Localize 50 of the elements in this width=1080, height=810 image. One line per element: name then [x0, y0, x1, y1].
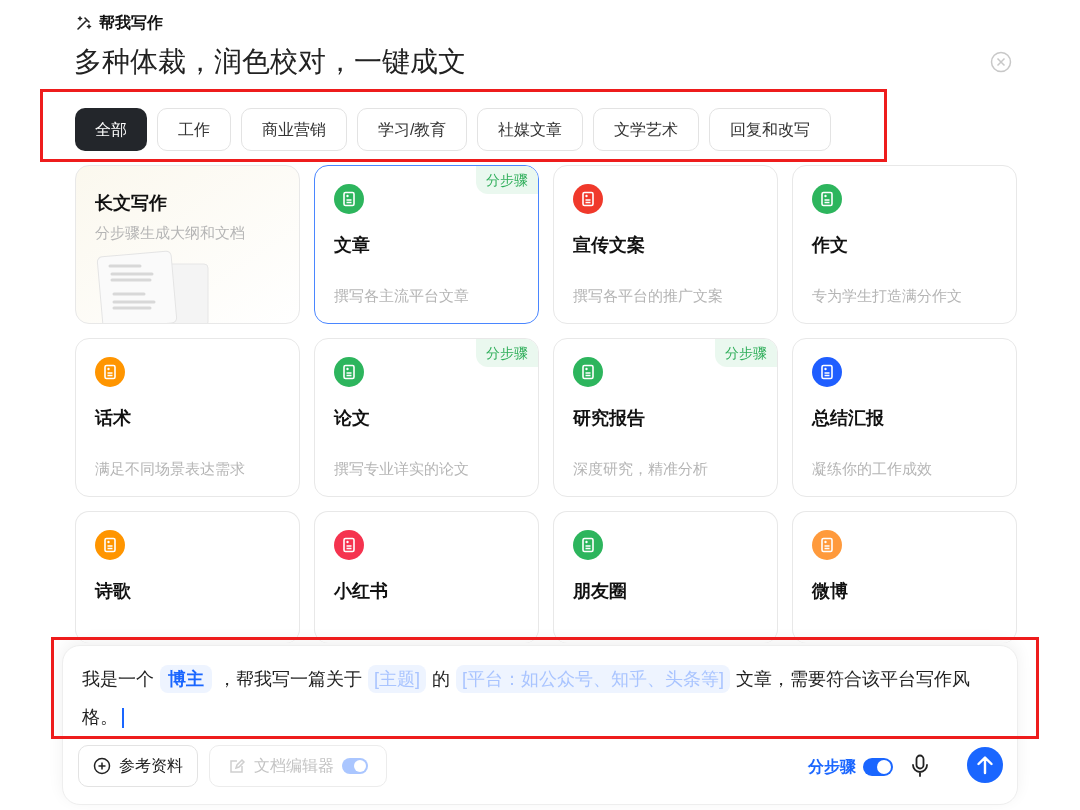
- page-title: 多种体裁，润色校对，一键成文: [74, 45, 466, 79]
- magic-pen-icon: [75, 14, 93, 32]
- category-tab[interactable]: 社媒文章: [477, 108, 584, 151]
- plus-circle-icon: [93, 757, 111, 775]
- category-tab[interactable]: 工作: [157, 108, 231, 151]
- card-title: 微博: [812, 580, 848, 603]
- send-button[interactable]: [967, 747, 1003, 783]
- card-title: 文章: [334, 234, 370, 257]
- card-title: 话术: [95, 407, 131, 430]
- prompt-field[interactable]: 我是一个 博主 ，帮我写一篇关于 [主题] 的 [平台：如公众号、知乎、头条等] 文章，需要符合该平台写作风格。: [82, 660, 1000, 736]
- card-title: 论文: [334, 407, 370, 430]
- reference-button[interactable]: 参考资料: [78, 745, 198, 787]
- template-card[interactable]: 宣传文案 撰写各平台的推广文案: [553, 165, 778, 324]
- template-card[interactable]: 论文 撰写专业详实的论文 分步骤: [314, 338, 539, 497]
- category-tab[interactable]: 全部: [75, 108, 147, 151]
- card-description: 撰写专业详实的论文: [334, 459, 469, 479]
- edit-icon: [228, 757, 246, 775]
- category-tab[interactable]: 学习/教育: [357, 108, 468, 151]
- template-card[interactable]: 文章 撰写各主流平台文章 分步骤: [314, 165, 539, 324]
- step-badge: 分步骤: [476, 166, 538, 194]
- card-title: 小红书: [334, 580, 388, 603]
- category-tab[interactable]: 文学艺术: [593, 108, 700, 151]
- steps-label: 分步骤: [808, 757, 856, 777]
- card-title: 研究报告: [573, 407, 645, 430]
- microphone-icon[interactable]: [911, 754, 929, 778]
- card-title: 诗歌: [95, 580, 131, 603]
- steps-toggle[interactable]: [863, 758, 893, 776]
- step-badge: 分步骤: [476, 339, 538, 367]
- template-card[interactable]: 研究报告 深度研究，精准分析 分步骤: [553, 338, 778, 497]
- card-title: 宣传文案: [573, 234, 645, 257]
- card-title: 朋友圈: [573, 580, 627, 603]
- step-badge: 分步骤: [715, 339, 777, 367]
- category-tab[interactable]: 回复和改写: [709, 108, 832, 151]
- template-card[interactable]: 作文 专为学生打造满分作文: [792, 165, 1017, 324]
- category-tab[interactable]: 商业营销: [241, 108, 347, 151]
- card-description: 专为学生打造满分作文: [812, 286, 962, 306]
- card-title: 作文: [812, 234, 848, 257]
- card-description: 凝练你的工作成效: [812, 459, 932, 479]
- template-card[interactable]: 总结汇报 凝练你的工作成效: [792, 338, 1017, 497]
- card-title: 总结汇报: [812, 407, 884, 430]
- card-title: 长文写作: [95, 192, 167, 215]
- template-card[interactable]: 长文写作 分步骤生成大纲和文档: [75, 165, 300, 324]
- card-description: 分步骤生成大纲和文档: [95, 223, 245, 243]
- card-description: 撰写各主流平台文章: [334, 286, 469, 306]
- section-label: 帮我写作: [99, 13, 163, 33]
- card-description: 深度研究，精准分析: [573, 459, 708, 479]
- arrow-up-icon: [976, 755, 994, 775]
- template-card[interactable]: 话术 满足不同场景表达需求: [75, 338, 300, 497]
- card-description: 满足不同场景表达需求: [95, 459, 245, 479]
- card-description: 撰写各平台的推广文案: [573, 286, 723, 306]
